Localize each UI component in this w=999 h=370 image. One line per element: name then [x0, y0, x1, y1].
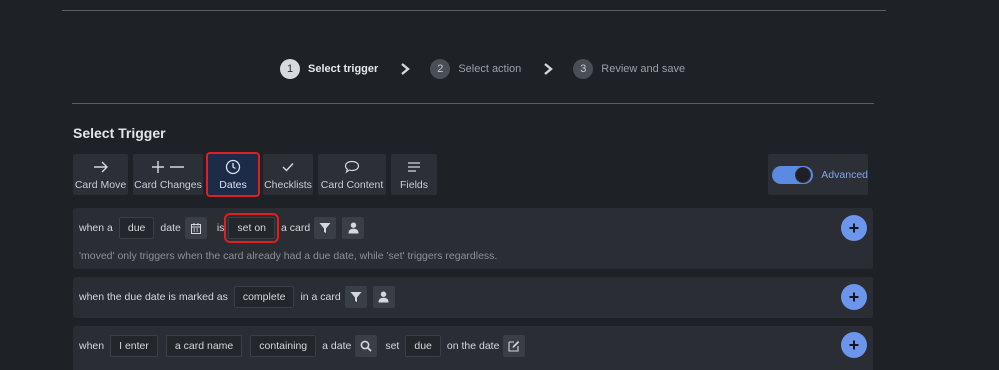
enter-select[interactable]: I enter [110, 335, 158, 357]
section-divider [72, 103, 874, 104]
step-label: Review and save [601, 63, 686, 75]
containing-select[interactable]: containing [250, 335, 317, 357]
step-select-action[interactable]: 2 Select action [430, 59, 521, 79]
tab-label: Fields [399, 179, 428, 191]
calendar-icon[interactable] [184, 217, 207, 239]
step-review-save[interactable]: 3 Review and save [573, 59, 685, 79]
rule-text: when [79, 340, 105, 352]
step-number: 2 [430, 59, 451, 79]
card-name-input[interactable]: a card name [165, 335, 243, 357]
search-icon[interactable] [355, 335, 378, 357]
speech-bubble-icon [344, 158, 360, 176]
rule-text: a date [322, 340, 352, 352]
rule-sentence: when the due date is marked as complete … [79, 286, 399, 308]
trigger-rule-due-date-set: when a due date is set on a card 'moved'… [73, 208, 873, 269]
rule-text: in a card [300, 291, 341, 303]
chevron-right-icon [398, 62, 412, 76]
lines-icon [407, 158, 421, 176]
trigger-tabs: Card Move Card Changes Dates Checklists … [73, 152, 437, 197]
user-icon[interactable] [342, 217, 365, 239]
add-trigger-button[interactable] [841, 332, 867, 358]
step-select-trigger[interactable]: 1 Select trigger [280, 59, 378, 79]
tab-label: Card Changes [134, 179, 202, 191]
edit-icon[interactable] [503, 335, 526, 357]
toggle-knob [795, 166, 812, 183]
tab-card-move[interactable]: Card Move [73, 154, 128, 195]
plus-minus-icon [151, 158, 185, 176]
tab-label: Card Content [320, 179, 384, 191]
chevron-right-icon [541, 62, 555, 76]
filter-icon[interactable] [314, 217, 337, 239]
rule-sentence: when I enter a card name containing a da… [79, 335, 529, 357]
stepper: 1 Select trigger 2 Select action 3 Revie… [280, 58, 685, 80]
trigger-rule-due-complete: when the due date is marked as complete … [73, 277, 873, 318]
step-number: 1 [280, 59, 300, 79]
tab-fields[interactable]: Fields [391, 154, 437, 195]
arrow-right-icon [93, 158, 109, 176]
advanced-label: Advanced [821, 168, 868, 181]
filter-icon[interactable] [344, 286, 367, 308]
check-icon [281, 158, 295, 176]
complete-select[interactable]: complete [233, 286, 295, 308]
tab-label: Checklists [264, 179, 312, 191]
rule-text: set [385, 340, 400, 352]
advanced-toggle-panel: Advanced [768, 154, 868, 195]
due-type-select[interactable]: due [118, 217, 155, 239]
rule-text: when the due date is marked as [79, 291, 228, 303]
tab-dates[interactable]: Dates [206, 152, 260, 197]
clock-icon [225, 158, 241, 176]
rule-text: when a [79, 222, 113, 234]
set-on-select[interactable]: set on [224, 213, 279, 243]
rule-text: a card [281, 222, 311, 234]
tab-card-changes[interactable]: Card Changes [133, 154, 203, 195]
tab-card-content[interactable]: Card Content [318, 154, 386, 195]
add-trigger-button[interactable] [841, 215, 867, 241]
due-type-select[interactable]: due [405, 335, 441, 357]
tab-label: Dates [219, 179, 247, 191]
rule-sentence: when a due date is set on a card [79, 213, 368, 243]
section-title: Select Trigger [73, 125, 166, 141]
tab-label: Card Move [74, 179, 127, 191]
top-divider [62, 10, 886, 11]
tab-checklists[interactable]: Checklists [263, 154, 313, 195]
rule-text: date [160, 222, 181, 234]
rule-text: on the date [446, 340, 500, 352]
step-number: 3 [573, 59, 594, 79]
user-icon[interactable] [372, 286, 395, 308]
rule-text: is [216, 222, 225, 234]
step-label: Select action [458, 63, 522, 75]
rule-hint: 'moved' only triggers when the card alre… [79, 250, 498, 262]
trigger-rule-card-name-date: when I enter a card name containing a da… [73, 326, 873, 370]
add-trigger-button[interactable] [841, 284, 867, 310]
step-label: Select trigger [308, 63, 379, 75]
advanced-toggle[interactable] [772, 165, 814, 184]
